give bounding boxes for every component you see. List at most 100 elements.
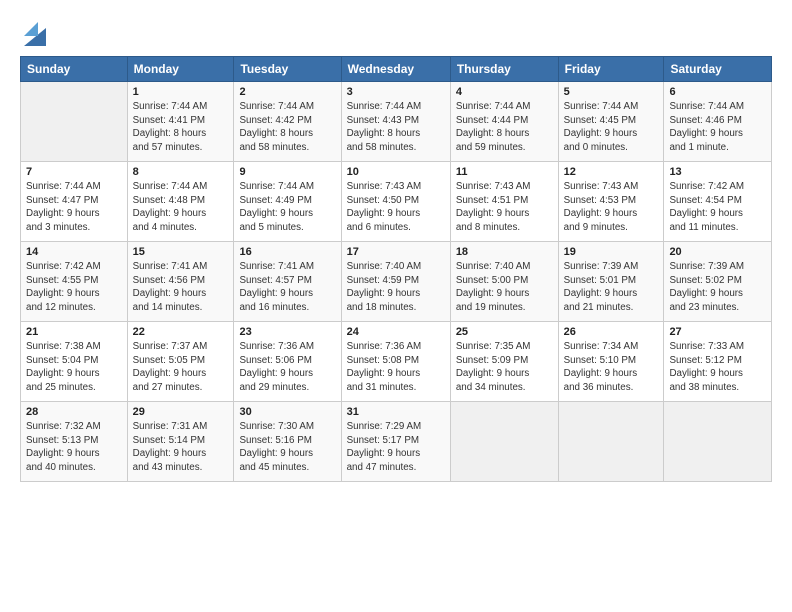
- day-info: Sunrise: 7:29 AMSunset: 5:17 PMDaylight:…: [347, 420, 445, 475]
- header-cell-monday: Monday: [127, 57, 234, 82]
- day-number: 30: [239, 406, 335, 418]
- day-info: Sunrise: 7:36 AMSunset: 5:06 PMDaylight:…: [239, 340, 335, 395]
- day-number: 29: [133, 406, 229, 418]
- day-cell: 2 Sunrise: 7:44 AMSunset: 4:42 PMDaylight…: [234, 82, 341, 162]
- day-cell: 28Sunrise: 7:32 AMSunset: 5:13 PMDayligh…: [21, 402, 128, 482]
- day-info: Sunrise: 7:44 AMSunset: 4:48 PMDaylight:…: [133, 180, 229, 235]
- day-number: 17: [347, 246, 445, 258]
- day-cell: 21 Sunrise: 7:38 AMSunset: 5:04 PMDayligh…: [21, 322, 128, 402]
- day-cell: 6 Sunrise: 7:44 AMSunset: 4:46 PMDaylight…: [664, 82, 772, 162]
- day-cell: 9Sunrise: 7:44 AMSunset: 4:49 PMDaylight…: [234, 162, 341, 242]
- day-info: Sunrise: 7:42 AMSunset: 4:54 PMDaylight:…: [669, 180, 766, 235]
- day-info: Sunrise: 7:44 AMSunset: 4:43 PMDaylight:…: [347, 100, 445, 155]
- header-cell-saturday: Saturday: [664, 57, 772, 82]
- day-number: 27: [669, 326, 766, 338]
- day-cell: [450, 402, 558, 482]
- day-number: 31: [347, 406, 445, 418]
- header-cell-sunday: Sunday: [21, 57, 128, 82]
- day-cell: 30 Sunrise: 7:30 AMSunset: 5:16 PMDayligh…: [234, 402, 341, 482]
- day-cell: 16 Sunrise: 7:41 AMSunset: 4:57 PMDayligh…: [234, 242, 341, 322]
- day-info: Sunrise: 7:36 AMSunset: 5:08 PMDaylight:…: [347, 340, 445, 395]
- day-cell: 13 Sunrise: 7:42 AMSunset: 4:54 PMDayligh…: [664, 162, 772, 242]
- day-number: 25: [456, 326, 553, 338]
- day-number: 14: [26, 246, 122, 258]
- day-info: Sunrise: 7:43 AMSunset: 4:50 PMDaylight:…: [347, 180, 445, 235]
- day-number: 6: [669, 86, 766, 98]
- day-cell: [21, 82, 128, 162]
- day-cell: 20Sunrise: 7:39 AMSunset: 5:02 PMDayligh…: [664, 242, 772, 322]
- day-number: 7: [26, 166, 122, 178]
- day-cell: 25 Sunrise: 7:35 AMSunset: 5:09 PMDayligh…: [450, 322, 558, 402]
- day-info: Sunrise: 7:35 AMSunset: 5:09 PMDaylight:…: [456, 340, 553, 395]
- header-cell-thursday: Thursday: [450, 57, 558, 82]
- day-number: 26: [564, 326, 659, 338]
- day-info: Sunrise: 7:34 AMSunset: 5:10 PMDaylight:…: [564, 340, 659, 395]
- day-cell: 18Sunrise: 7:40 AMSunset: 5:00 PMDayligh…: [450, 242, 558, 322]
- day-number: 4: [456, 86, 553, 98]
- day-info: Sunrise: 7:42 AMSunset: 4:55 PMDaylight:…: [26, 260, 122, 315]
- day-number: 8: [133, 166, 229, 178]
- logo-icon: [24, 18, 46, 46]
- day-info: Sunrise: 7:44 AMSunset: 4:47 PMDaylight:…: [26, 180, 122, 235]
- day-cell: 11 Sunrise: 7:43 AMSunset: 4:51 PMDayligh…: [450, 162, 558, 242]
- week-row-3: 14 Sunrise: 7:42 AMSunset: 4:55 PMDayligh…: [21, 242, 772, 322]
- day-number: 16: [239, 246, 335, 258]
- day-number: 23: [239, 326, 335, 338]
- header-cell-wednesday: Wednesday: [341, 57, 450, 82]
- day-cell: 17 Sunrise: 7:40 AMSunset: 4:59 PMDayligh…: [341, 242, 450, 322]
- logo: [20, 18, 46, 46]
- day-info: Sunrise: 7:40 AMSunset: 5:00 PMDaylight:…: [456, 260, 553, 315]
- week-row-5: 28Sunrise: 7:32 AMSunset: 5:13 PMDayligh…: [21, 402, 772, 482]
- day-number: 15: [133, 246, 229, 258]
- day-cell: 27 Sunrise: 7:33 AMSunset: 5:12 PMDayligh…: [664, 322, 772, 402]
- day-info: Sunrise: 7:44 AMSunset: 4:41 PMDaylight:…: [133, 100, 229, 155]
- day-cell: 8 Sunrise: 7:44 AMSunset: 4:48 PMDaylight…: [127, 162, 234, 242]
- day-number: 24: [347, 326, 445, 338]
- day-cell: 12 Sunrise: 7:43 AMSunset: 4:53 PMDayligh…: [558, 162, 664, 242]
- header-cell-friday: Friday: [558, 57, 664, 82]
- day-cell: 26 Sunrise: 7:34 AMSunset: 5:10 PMDayligh…: [558, 322, 664, 402]
- day-info: Sunrise: 7:31 AMSunset: 5:14 PMDaylight:…: [133, 420, 229, 475]
- day-number: 21: [26, 326, 122, 338]
- day-info: Sunrise: 7:41 AMSunset: 4:57 PMDaylight:…: [239, 260, 335, 315]
- day-cell: 24 Sunrise: 7:36 AMSunset: 5:08 PMDayligh…: [341, 322, 450, 402]
- day-info: Sunrise: 7:32 AMSunset: 5:13 PMDaylight:…: [26, 420, 122, 475]
- day-cell: 31 Sunrise: 7:29 AMSunset: 5:17 PMDayligh…: [341, 402, 450, 482]
- day-info: Sunrise: 7:43 AMSunset: 4:53 PMDaylight:…: [564, 180, 659, 235]
- day-number: 3: [347, 86, 445, 98]
- day-info: Sunrise: 7:44 AMSunset: 4:42 PMDaylight:…: [239, 100, 335, 155]
- day-number: 13: [669, 166, 766, 178]
- day-number: 12: [564, 166, 659, 178]
- calendar-table: SundayMondayTuesdayWednesdayThursdayFrid…: [20, 56, 772, 482]
- day-number: 2: [239, 86, 335, 98]
- day-cell: [664, 402, 772, 482]
- day-cell: 7 Sunrise: 7:44 AMSunset: 4:47 PMDaylight…: [21, 162, 128, 242]
- day-number: 11: [456, 166, 553, 178]
- day-info: Sunrise: 7:40 AMSunset: 4:59 PMDaylight:…: [347, 260, 445, 315]
- day-cell: 3 Sunrise: 7:44 AMSunset: 4:43 PMDaylight…: [341, 82, 450, 162]
- day-number: 9: [239, 166, 335, 178]
- day-cell: 10 Sunrise: 7:43 AMSunset: 4:50 PMDayligh…: [341, 162, 450, 242]
- day-info: Sunrise: 7:33 AMSunset: 5:12 PMDaylight:…: [669, 340, 766, 395]
- day-info: Sunrise: 7:38 AMSunset: 5:04 PMDaylight:…: [26, 340, 122, 395]
- day-cell: [558, 402, 664, 482]
- day-info: Sunrise: 7:39 AMSunset: 5:01 PMDaylight:…: [564, 260, 659, 315]
- day-number: 1: [133, 86, 229, 98]
- day-info: Sunrise: 7:44 AMSunset: 4:46 PMDaylight:…: [669, 100, 766, 155]
- day-cell: 14 Sunrise: 7:42 AMSunset: 4:55 PMDayligh…: [21, 242, 128, 322]
- page: SundayMondayTuesdayWednesdayThursdayFrid…: [0, 0, 792, 612]
- day-info: Sunrise: 7:44 AMSunset: 4:45 PMDaylight:…: [564, 100, 659, 155]
- day-info: Sunrise: 7:30 AMSunset: 5:16 PMDaylight:…: [239, 420, 335, 475]
- day-cell: 22Sunrise: 7:37 AMSunset: 5:05 PMDayligh…: [127, 322, 234, 402]
- day-info: Sunrise: 7:39 AMSunset: 5:02 PMDaylight:…: [669, 260, 766, 315]
- week-row-1: 1 Sunrise: 7:44 AMSunset: 4:41 PMDaylight…: [21, 82, 772, 162]
- day-cell: 29 Sunrise: 7:31 AMSunset: 5:14 PMDayligh…: [127, 402, 234, 482]
- day-number: 5: [564, 86, 659, 98]
- day-cell: 5 Sunrise: 7:44 AMSunset: 4:45 PMDaylight…: [558, 82, 664, 162]
- header-cell-tuesday: Tuesday: [234, 57, 341, 82]
- day-number: 22: [133, 326, 229, 338]
- header-row: SundayMondayTuesdayWednesdayThursdayFrid…: [21, 57, 772, 82]
- day-number: 10: [347, 166, 445, 178]
- day-cell: 23 Sunrise: 7:36 AMSunset: 5:06 PMDayligh…: [234, 322, 341, 402]
- day-info: Sunrise: 7:43 AMSunset: 4:51 PMDaylight:…: [456, 180, 553, 235]
